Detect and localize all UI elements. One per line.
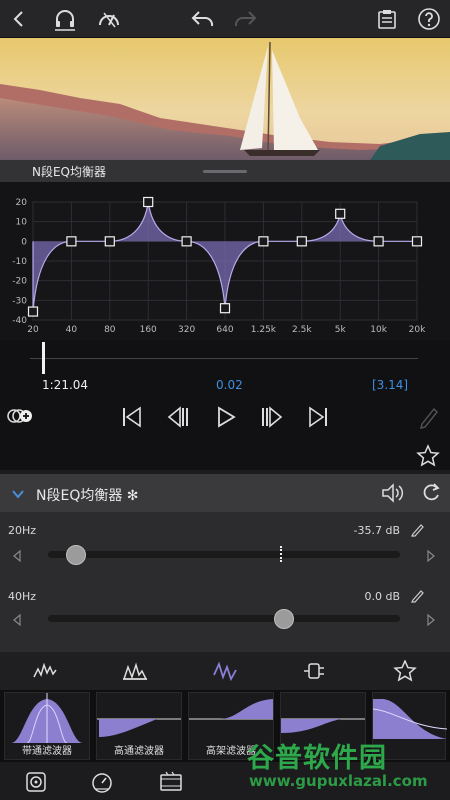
speedometer-icon[interactable] <box>90 770 114 794</box>
param-slider-20hz[interactable] <box>48 551 400 558</box>
timeline-track[interactable] <box>30 358 418 359</box>
eq-band-node[interactable] <box>27 306 39 317</box>
preset-bandpass[interactable]: 带通滤波器 <box>4 692 90 760</box>
bandpass-curve-icon <box>11 693 83 744</box>
y-tick-label: -40 <box>12 316 27 326</box>
eq-band-node[interactable] <box>143 196 154 208</box>
param-label-20hz: 20Hz <box>8 524 37 537</box>
x-tick-label: 5k <box>335 325 347 335</box>
x-tick-label: 2.5k <box>292 325 312 335</box>
clipboard-icon[interactable] <box>374 6 400 32</box>
plugin-icon[interactable] <box>270 652 360 690</box>
preset-label: 高通滤波器 <box>114 746 164 757</box>
watermark-title: 谷普软件园 <box>247 743 387 774</box>
eq-band-node[interactable] <box>296 236 307 247</box>
playhead[interactable] <box>42 342 45 374</box>
decrease-arrow-icon[interactable] <box>12 612 22 627</box>
x-tick-label: 640 <box>216 325 233 335</box>
param-slider-40hz[interactable] <box>48 615 400 622</box>
eq-band-node[interactable] <box>181 236 192 247</box>
x-tick-label: 20k <box>409 325 426 335</box>
eq-graph[interactable]: 20 10 0 -10 -20 -30 -40 20 40 80 160 320 640 1.25k 2.5… <box>0 182 450 340</box>
eq-band-node[interactable] <box>335 208 346 219</box>
position-time: 1:21.04 <box>42 378 89 392</box>
star-icon[interactable] <box>360 652 450 690</box>
y-tick-label: -20 <box>12 277 27 287</box>
add-track-icon[interactable] <box>6 404 34 428</box>
effect-category-tabs <box>0 652 450 690</box>
waveform-icon[interactable] <box>0 652 90 690</box>
play-icon[interactable] <box>214 406 238 428</box>
preset-highpass[interactable]: 高通滤波器 <box>96 692 182 760</box>
y-tick-label: 20 <box>16 198 28 208</box>
pen-icon[interactable] <box>416 404 442 430</box>
edit-pencil-icon[interactable] <box>410 587 426 603</box>
effect-name: N段EQ均衡器 ✻ <box>36 488 139 504</box>
x-tick-label: 80 <box>104 325 116 335</box>
eq-band-node[interactable] <box>411 236 423 247</box>
watermark-url: www.gupuxlazal.com <box>249 772 428 790</box>
help-icon[interactable] <box>416 6 442 32</box>
increase-arrow-icon[interactable] <box>426 612 436 627</box>
slider-thumb-40hz[interactable] <box>273 609 294 629</box>
x-tick-label: 10k <box>370 325 387 335</box>
film-icon[interactable] <box>158 770 184 794</box>
eq-chart[interactable]: 20100-10-20-30-4020 40 80 160 320 640 1.25k 2.5… <box>0 182 450 340</box>
slider-thumb-20hz[interactable] <box>66 545 87 565</box>
eq-filter-icon[interactable] <box>180 652 270 690</box>
x-tick-label: 20 <box>27 325 39 335</box>
reset-icon[interactable] <box>420 482 442 504</box>
effect-panel: N段EQ均衡器 ✻ 20Hz -35.7 dB 40Hz 0.0 dB <box>0 474 450 652</box>
chevron-down-icon[interactable] <box>10 486 26 500</box>
y-tick-label: -30 <box>12 296 27 306</box>
eq-band-node[interactable] <box>66 236 77 247</box>
back-icon[interactable] <box>6 6 32 32</box>
edit-pencil-icon[interactable] <box>410 521 426 537</box>
duration-time: [3.14] <box>372 378 409 392</box>
decrease-arrow-icon[interactable] <box>12 548 22 563</box>
x-tick-label: 40 <box>66 325 78 335</box>
eq-band-node[interactable] <box>373 236 384 247</box>
undo-icon[interactable] <box>190 6 216 32</box>
watermark: 谷普软件园 www.gupuxlazal.com <box>247 736 447 800</box>
timeline-panel: 1:21.04 0.02 [3.14] <box>0 340 450 470</box>
eq-band-node[interactable] <box>258 236 269 247</box>
video-preview[interactable] <box>0 38 450 160</box>
y-tick-label: 10 <box>16 218 28 228</box>
step-back-icon[interactable] <box>166 406 190 428</box>
x-tick-label: 160 <box>140 325 157 335</box>
speaker-icon[interactable] <box>380 482 406 504</box>
skip-start-icon[interactable] <box>120 406 144 428</box>
x-tick-label: 320 <box>178 325 195 335</box>
param-label-40hz: 40Hz <box>8 590 37 603</box>
highpass-curve-icon <box>97 718 181 737</box>
spectrum-icon[interactable] <box>90 652 180 690</box>
panel-drag-handle[interactable] <box>203 170 247 173</box>
param-value-20hz: -35.7 dB <box>353 524 401 537</box>
favorite-star-icon[interactable] <box>416 444 440 468</box>
redo-icon[interactable] <box>232 6 258 32</box>
skip-end-icon[interactable] <box>306 406 330 428</box>
eq-band-node[interactable] <box>219 303 231 314</box>
eq-band-node[interactable] <box>104 236 115 247</box>
gauge-icon[interactable] <box>96 6 122 32</box>
slider-center-mark <box>280 546 282 562</box>
target-icon[interactable] <box>24 770 48 794</box>
param-value-40hz: 0.0 dB <box>364 590 400 603</box>
y-tick-label: 0 <box>21 237 27 247</box>
top-toolbar <box>0 0 450 38</box>
eq-panel-title: N段EQ均衡器 <box>32 165 107 179</box>
effect-header[interactable]: N段EQ均衡器 ✻ <box>0 474 450 512</box>
y-tick-label: -10 <box>12 257 27 267</box>
step-forward-icon[interactable] <box>260 406 284 428</box>
sailboat-image <box>0 38 450 160</box>
selection-time: 0.02 <box>216 378 243 392</box>
preset-label: 带通滤波器 <box>22 746 72 757</box>
increase-arrow-icon[interactable] <box>426 548 436 563</box>
headphones-icon[interactable] <box>52 6 78 32</box>
x-tick-label: 1.25k <box>251 325 277 335</box>
